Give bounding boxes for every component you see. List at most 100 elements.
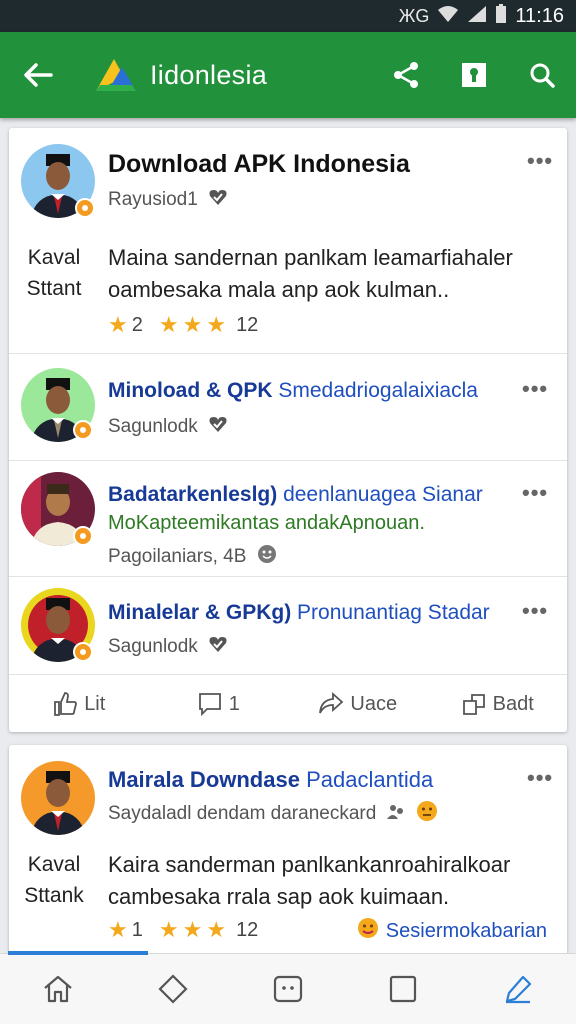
search-icon[interactable] — [508, 32, 576, 118]
post-body: Maina sandernan panlkam leamarfiahaler o… — [108, 242, 513, 306]
people-icon — [386, 801, 406, 827]
list-item-title-bold: Minalelar & GPKg) — [108, 601, 292, 624]
emoji-icon — [416, 800, 438, 828]
square-icon — [390, 975, 417, 1003]
post-meta-text: Saydaladl dendam daraneckard — [108, 803, 377, 824]
divider — [9, 576, 567, 577]
star-icon: ★ — [182, 312, 203, 337]
post-meta: Rayusiod1 — [108, 188, 228, 212]
active-tab-indicator — [8, 951, 148, 955]
reaction-link[interactable]: Sesiermokabarian — [356, 916, 547, 946]
verified-icon — [208, 635, 228, 659]
back-arrow-icon[interactable] — [0, 32, 76, 118]
divider — [9, 460, 567, 461]
more-options-icon[interactable]: ••• — [522, 376, 548, 402]
nav-compose[interactable] — [461, 954, 576, 1024]
repost-button[interactable]: Badt — [428, 691, 568, 717]
verified-badge — [75, 198, 95, 218]
wifi-icon — [437, 5, 459, 28]
divider — [9, 674, 567, 675]
home-icon — [43, 975, 72, 1003]
network-type: ЖG — [398, 5, 430, 26]
like-button[interactable]: Lit — [9, 691, 149, 717]
list-item-meta: Pagoilaniars, 4B — [108, 543, 278, 571]
list-item-title-rest: deenlanuagea Sianar — [277, 483, 483, 506]
star-icon: ★ — [206, 312, 227, 337]
list-item-meta-text: Pagoilaniars, 4B — [108, 546, 247, 567]
verified-badge — [73, 642, 93, 662]
diamond-icon — [158, 974, 188, 1004]
list-item-title-bold: Badatarkenleslg) — [108, 483, 278, 506]
author-name[interactable]: Rayusiod1 — [108, 189, 198, 211]
comment-icon — [198, 693, 221, 717]
rating-count-a: 1 — [131, 918, 143, 941]
like-icon — [54, 692, 78, 716]
list-item-meta: Sagunlodk — [108, 635, 228, 659]
rating-count-a: 2 — [131, 313, 143, 336]
post-body-line-2: oambesaka mala anp aok kulman.. — [108, 277, 450, 302]
smiley-icon — [256, 543, 278, 571]
post-title-bold: Mairala Downdase — [108, 767, 300, 792]
nav-home[interactable] — [0, 954, 115, 1024]
list-item-title-rest: Smedadriogalaixiacla — [272, 379, 478, 402]
list-item-title[interactable]: Minalelar & GPKg) Pronunantiag Stadar — [108, 601, 490, 625]
comment-button[interactable]: 1 — [149, 691, 289, 717]
post-title-rest: Padaclantida — [299, 767, 434, 792]
share-icon[interactable] — [372, 32, 440, 118]
more-options-icon[interactable]: ••• — [522, 480, 548, 506]
nav-explore[interactable] — [115, 954, 230, 1024]
avatar[interactable] — [21, 761, 95, 835]
status-bar: ЖG 11:16 — [0, 0, 576, 32]
share-button[interactable]: Uace — [288, 691, 428, 717]
app-title: Iidonlesia — [150, 59, 268, 90]
app-logo — [96, 59, 136, 91]
verified-badge — [73, 420, 93, 440]
more-options-icon[interactable]: ••• — [527, 148, 553, 174]
side-label-line-2: Sttant — [26, 277, 82, 300]
side-label-line-1: Kaval — [27, 246, 81, 269]
clock: 11:16 — [515, 4, 564, 27]
post-body-line-1: Kaira sanderman panlkankanroahiralkoar — [108, 852, 511, 877]
post-meta: Saydaladl dendam daraneckard — [108, 800, 438, 828]
list-item-title[interactable]: Minoload & QPK Smedadriogalaixiacla — [108, 379, 478, 403]
side-label: Kaval Sttant — [9, 242, 99, 304]
side-label-line-2: Sttank — [24, 884, 84, 907]
side-label-line-1: Kaval — [27, 853, 81, 876]
verified-badge — [73, 526, 93, 546]
list-item-title[interactable]: Badatarkenleslg) deenlanuagea Sianar — [108, 483, 483, 507]
star-icon: ★ — [108, 917, 128, 942]
nav-pages[interactable] — [346, 954, 461, 1024]
repost-icon — [462, 694, 485, 715]
list-item-subtitle: MoKapteemikantas andakApnouan. — [108, 512, 425, 534]
list-item-meta-text: Sagunlodk — [108, 636, 198, 657]
star-icon: ★ — [182, 917, 203, 942]
star-icon: ★ — [158, 917, 179, 942]
repost-label: Badt — [492, 692, 534, 715]
app-bar: Iidonlesia — [0, 32, 576, 118]
share-arrow-icon — [319, 691, 344, 714]
more-options-icon[interactable]: ••• — [527, 765, 553, 791]
reaction-label: Sesiermokabarian — [385, 919, 547, 942]
post-card[interactable]: Mairala Downdase Padaclantida ••• Saydal… — [9, 745, 567, 960]
more-options-icon[interactable]: ••• — [522, 598, 548, 624]
post-body-line-2: cambesaka rrala sap aok kuimaan. — [108, 884, 450, 909]
post-title[interactable]: Download APK Indonesia — [108, 150, 410, 179]
post-body: Kaira sanderman panlkankanroahiralkoar c… — [108, 849, 510, 913]
post-title[interactable]: Mairala Downdase Padaclantida — [108, 767, 433, 793]
post-card[interactable]: Download APK Indonesia Rayusiod1 ••• Kav… — [9, 128, 567, 732]
keyhole-icon[interactable] — [440, 32, 508, 118]
emoji-icon — [356, 916, 380, 946]
share-label: Uace — [350, 692, 398, 715]
list-item-meta-text: Sagunlodk — [108, 416, 198, 437]
nav-games[interactable] — [230, 954, 345, 1024]
rating-count-b: 12 — [236, 918, 259, 941]
list-item-meta: Sagunlodk — [108, 415, 228, 439]
star-icon: ★ — [206, 917, 227, 942]
verified-icon — [208, 188, 228, 212]
verified-icon — [208, 415, 228, 439]
post-actions: Lit 1 Uace Badt — [9, 676, 567, 732]
bottom-nav — [0, 951, 576, 1024]
rating: ★ 1 ★ ★ ★ 12 — [108, 917, 258, 943]
battery-icon — [495, 3, 507, 29]
star-icon: ★ — [158, 312, 179, 337]
